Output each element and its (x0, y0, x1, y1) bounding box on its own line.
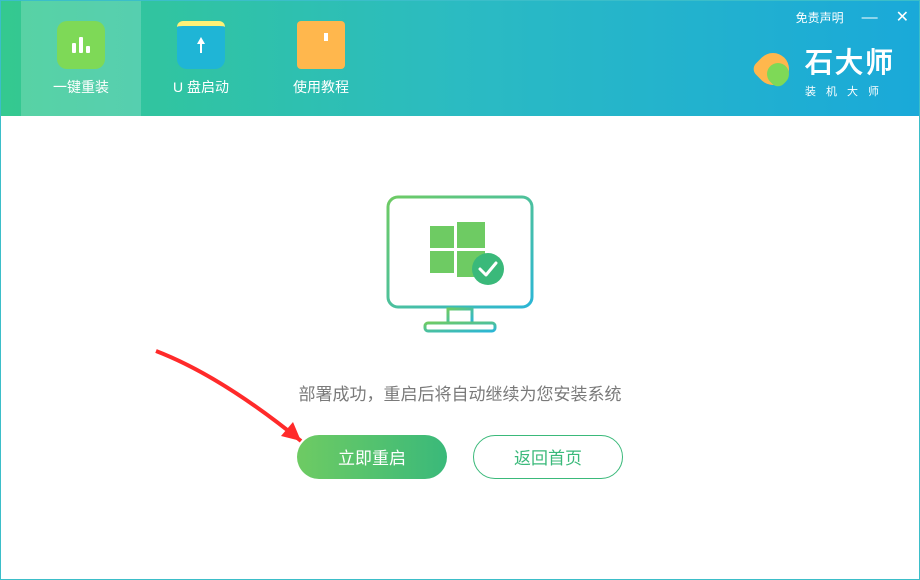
brand-title: 石大师 (805, 41, 895, 81)
bar-chart-icon (57, 21, 105, 69)
window-controls: 免责声明 — ✕ (796, 9, 909, 26)
restart-now-button[interactable]: 立即重启 (297, 435, 447, 479)
nav-label: 使用教程 (293, 77, 349, 97)
brand-subtitle: 装机大师 (805, 83, 895, 99)
nav-label: 一键重装 (53, 77, 109, 97)
nav-tutorial[interactable]: 使用教程 (261, 1, 381, 116)
minimize-icon[interactable]: — (862, 13, 878, 23)
nav-bar: 一键重装 U 盘启动 使用教程 (1, 1, 381, 116)
status-message: 部署成功，重启后将自动继续为您安装系统 (299, 380, 622, 405)
nav-label: U 盘启动 (173, 77, 229, 97)
nav-reinstall[interactable]: 一键重装 (21, 1, 141, 116)
nav-usb-boot[interactable]: U 盘启动 (141, 1, 261, 116)
brand-logo-icon (753, 49, 795, 91)
back-home-button[interactable]: 返回首页 (473, 435, 623, 479)
close-icon[interactable]: ✕ (896, 13, 909, 23)
button-row: 立即重启 返回首页 (297, 435, 623, 479)
app-header: 一键重装 U 盘启动 使用教程 免责声明 — ✕ 石大师 装机大师 (1, 1, 919, 116)
brand-block: 石大师 装机大师 (753, 41, 895, 99)
book-icon (297, 21, 345, 69)
usb-icon (177, 21, 225, 69)
monitor-success-icon (370, 187, 550, 352)
disclaimer-link[interactable]: 免责声明 (796, 9, 844, 26)
main-content: 部署成功，重启后将自动继续为您安装系统 立即重启 返回首页 (1, 116, 919, 579)
